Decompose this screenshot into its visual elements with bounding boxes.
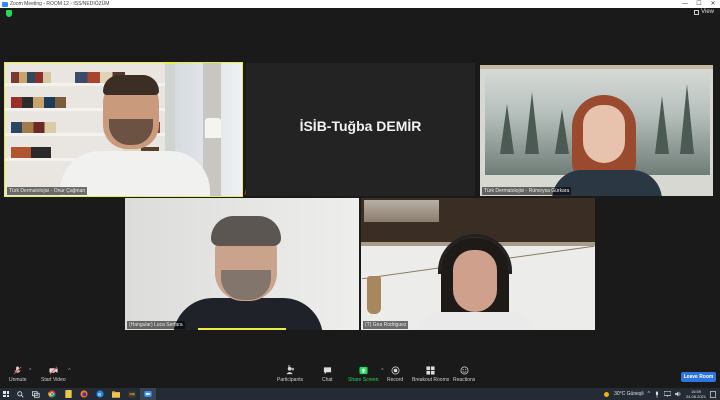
notifications-icon[interactable] [710, 390, 716, 398]
unmute-label: Unmute [9, 377, 27, 383]
video-tile-rumeysa[interactable]: Türk Dermatolojisi - Rümeysa Gürkara [480, 65, 713, 196]
search-icon[interactable] [12, 388, 28, 400]
edge-icon[interactable]: e [92, 388, 108, 400]
participant-face [583, 105, 625, 163]
breakout-rooms-icon [426, 366, 435, 375]
store-icon[interactable] [124, 388, 140, 400]
participant-name-tag: Türk Dermatolojisi - Onur Çağman [7, 187, 88, 195]
share-screen-button[interactable]: Share Screen ^ [348, 366, 384, 383]
record-icon [391, 366, 400, 375]
zoom-app-icon [2, 1, 8, 7]
chat-icon [323, 367, 331, 375]
books [11, 147, 51, 158]
breakout-rooms-label: Breakout Rooms [412, 377, 450, 383]
task-view-icon[interactable] [28, 388, 44, 400]
frame-edge [480, 65, 713, 69]
breakout-rooms-button[interactable]: Breakout Rooms [412, 366, 449, 383]
books [11, 97, 66, 108]
mic-muted-icon [13, 366, 22, 375]
security-shield-icon[interactable] [6, 10, 12, 17]
chat-button[interactable]: Chat [322, 366, 333, 383]
clock[interactable]: 16:59 24.08.2021 [686, 389, 706, 399]
participant-name: Türk Dermatolojisi - Rümeysa Gürkara [484, 188, 570, 194]
meeting-topbar [0, 8, 720, 20]
video-tile-luca[interactable]: (Hangular) Luca Serfara [125, 198, 359, 330]
participant-name-tag: Türk Dermatolojisi - Rümeysa Gürkara [482, 187, 572, 195]
windows-logo-icon [3, 391, 9, 397]
chrome-icon[interactable] [44, 388, 60, 400]
framed-photo [364, 200, 439, 222]
system-tray: 30°C Güneşli ^ 16:59 24.08.2021 [603, 388, 716, 400]
lamp [205, 118, 221, 138]
chevron-up-icon[interactable]: ^ [68, 368, 70, 374]
sun-weather-icon [604, 391, 610, 397]
participant-body [173, 298, 323, 330]
view-button[interactable]: View [694, 9, 714, 15]
participant-body [421, 312, 531, 330]
meeting-toolbar: Unmute ^ Start Video ^ 5 Participants Ch… [0, 362, 720, 388]
participant-name: Türk Dermatolojisi - Onur Çağman [9, 188, 86, 194]
video-off-icon [49, 366, 58, 375]
firefox-icon[interactable] [76, 388, 92, 400]
window-titlebar: Zoom Meeting - ROOM 12 - ISS/NEDIÖZÜM — … [0, 0, 720, 8]
file-explorer-icon[interactable] [108, 388, 124, 400]
unmute-button[interactable]: Unmute ^ [9, 366, 32, 383]
volume-icon[interactable] [674, 391, 682, 397]
share-screen-icon [359, 366, 368, 375]
grid-view-icon [694, 9, 700, 15]
notes-icon[interactable] [60, 388, 76, 400]
tassel-decoration [367, 276, 381, 314]
clock-date: 24.08.2021 [685, 394, 706, 399]
record-button[interactable]: Record [387, 366, 403, 383]
view-label: View [701, 9, 714, 15]
participants-count: 5 [288, 365, 291, 371]
microphone-tray-icon[interactable] [654, 390, 660, 398]
share-screen-label: Share Screen [348, 377, 379, 383]
leave-room-button[interactable]: Leave Room [681, 372, 716, 382]
zoom-taskbar-icon[interactable] [140, 388, 156, 400]
chevron-up-icon[interactable]: ^ [648, 391, 650, 397]
video-tile-onur[interactable]: Türk Dermatolojisi - Onur Çağman [4, 62, 243, 197]
tree [680, 84, 694, 154]
tree [525, 92, 539, 154]
window-title: Zoom Meeting - ROOM 12 - ISS/NEDIÖZÜM [10, 1, 110, 7]
video-tile-gna[interactable]: (T) Gna Rodriguez [361, 198, 595, 330]
books [11, 122, 56, 133]
network-icon[interactable] [663, 391, 671, 397]
tree [655, 96, 669, 154]
reactions-label: Reactions [453, 377, 476, 383]
window-controls: — ☐ ✕ [678, 0, 720, 8]
video-tile-tugba[interactable]: İSİB-Tuğba DEMİR [246, 63, 475, 196]
reactions-button[interactable]: Reactions [453, 366, 475, 383]
start-video-label: Start Video [41, 377, 66, 383]
svg-text:e: e [98, 392, 102, 398]
close-button[interactable]: ✕ [706, 0, 720, 8]
start-video-button[interactable]: Start Video ^ [41, 366, 71, 383]
active-speaker-indicator [198, 328, 286, 330]
tree [500, 104, 514, 154]
participant-name-tag: (T) Gna Rodriguez [363, 321, 409, 329]
record-label: Record [387, 377, 404, 383]
participant-name: (Hangular) Luca Serfara [129, 322, 183, 328]
start-button[interactable] [0, 388, 12, 400]
chat-label: Chat [322, 377, 333, 383]
minimize-button[interactable]: — [678, 0, 692, 8]
participants-button[interactable]: 5 Participants [277, 365, 304, 383]
participant-hair [211, 216, 281, 246]
maximize-button[interactable]: ☐ [692, 0, 706, 8]
participant-hair [103, 75, 159, 95]
chevron-up-icon[interactable]: ^ [29, 368, 31, 374]
participant-name-tag: (Hangular) Luca Serfara [127, 321, 185, 329]
participants-label: Participants [277, 377, 304, 383]
tree [555, 109, 569, 154]
reactions-icon [460, 366, 469, 375]
participant-name: (T) Gna Rodriguez [365, 322, 407, 328]
chevron-up-icon[interactable]: ^ [381, 368, 383, 374]
participant-display-name: İSİB-Tuğba DEMİR [299, 118, 422, 134]
weather-text[interactable]: 30°C Güneşli [614, 391, 644, 397]
books [11, 72, 51, 83]
